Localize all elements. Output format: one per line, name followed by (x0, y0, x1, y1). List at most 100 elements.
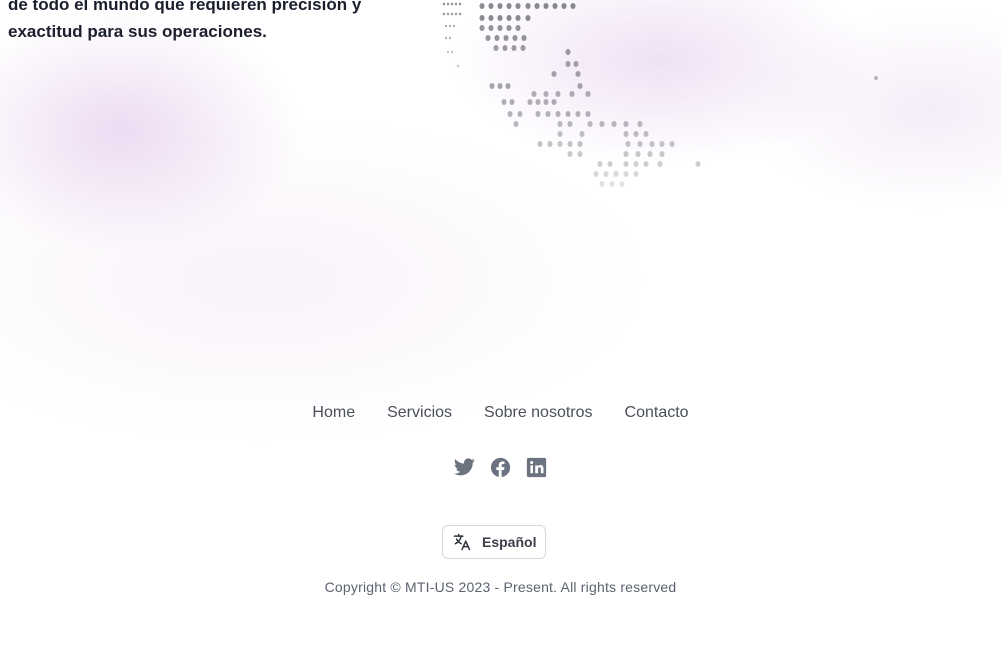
map-dot (515, 15, 521, 21)
map-dot (599, 181, 605, 187)
map-dot (565, 111, 571, 117)
footer-nav-servicios[interactable]: Servicios (387, 402, 452, 424)
map-dot (442, 12, 446, 16)
map-dot (456, 64, 460, 68)
map-dot (446, 2, 450, 6)
map-dot (623, 131, 629, 137)
map-dot (506, 3, 512, 9)
map-dot (506, 25, 512, 31)
map-dot (555, 91, 561, 97)
map-dot (633, 171, 639, 177)
language-label: Español (482, 534, 537, 550)
map-dot (603, 171, 609, 177)
map-dot (593, 171, 599, 177)
map-dot (488, 15, 494, 21)
map-dot (669, 141, 675, 147)
map-dot (657, 161, 663, 167)
footer-nav-contacto[interactable]: Contacto (625, 402, 689, 424)
map-dot (527, 99, 533, 105)
map-dot (569, 91, 575, 97)
map-dot (450, 12, 454, 16)
map-dot (635, 151, 641, 157)
twitter-icon[interactable] (453, 455, 477, 479)
map-dot (511, 45, 517, 51)
map-dot (454, 12, 458, 16)
map-dot (659, 141, 665, 147)
footer-nav-sobre-nosotros[interactable]: Sobre nosotros (484, 402, 593, 424)
map-dot (515, 3, 521, 9)
map-dot (444, 36, 448, 40)
map-dot (637, 121, 643, 127)
map-dot (874, 75, 878, 81)
map-dot (659, 151, 665, 157)
map-dot (552, 3, 558, 9)
map-dot (513, 121, 519, 127)
map-dot (599, 121, 605, 127)
map-dot (501, 99, 507, 105)
map-dot (502, 45, 508, 51)
map-dot (450, 50, 454, 54)
map-dot (543, 91, 549, 97)
map-dot (647, 151, 653, 157)
map-dot (561, 3, 567, 9)
map-dot (515, 25, 521, 31)
map-dot (577, 151, 583, 157)
map-dot (585, 111, 591, 117)
social-links (0, 455, 1001, 479)
map-dot (497, 83, 503, 89)
map-dot (611, 121, 617, 127)
map-dot (446, 12, 450, 16)
map-dot (506, 15, 512, 21)
map-dot (597, 161, 603, 167)
map-dot (543, 99, 549, 105)
map-dot (488, 25, 494, 31)
map-dot (567, 121, 573, 127)
map-dot (458, 2, 462, 6)
facebook-icon[interactable] (489, 455, 513, 479)
map-dot (637, 141, 643, 147)
map-dot (575, 111, 581, 117)
map-dot (613, 171, 619, 177)
map-dot (535, 99, 541, 105)
map-dot (545, 111, 551, 117)
map-dot (643, 131, 649, 137)
map-dot (587, 121, 593, 127)
map-dot (444, 24, 448, 28)
map-dot (575, 71, 581, 77)
map-dot (534, 3, 540, 9)
map-dot (512, 35, 518, 41)
map-dot (520, 45, 526, 51)
map-dot (623, 121, 629, 127)
map-dot (525, 15, 531, 21)
map-dot (649, 141, 655, 147)
map-dot (493, 45, 499, 51)
footer-nav-home[interactable]: Home (312, 402, 355, 424)
language-selector-button[interactable]: Español (442, 525, 546, 559)
map-dot (573, 61, 579, 67)
map-dot (577, 141, 583, 147)
map-dot (452, 24, 456, 28)
map-dot (695, 161, 701, 167)
map-dot (488, 3, 494, 9)
map-dot (505, 83, 511, 89)
map-dot (555, 111, 561, 117)
map-dot (509, 99, 515, 105)
map-dot (551, 71, 557, 77)
map-dot (503, 35, 509, 41)
footer-nav: Home Servicios Sobre nosotros Contacto (0, 402, 1001, 424)
map-dot (485, 35, 491, 41)
linkedin-icon[interactable] (525, 455, 549, 479)
map-dot (535, 111, 541, 117)
hero-description: de todo el mundo que requieren precisión… (8, 0, 362, 41)
map-dot (454, 2, 458, 6)
map-dot (551, 99, 557, 105)
copyright-text: Copyright © MTI-US 2023 - Present. All r… (324, 579, 677, 595)
map-dot (489, 83, 495, 89)
map-dot (633, 131, 639, 137)
map-dot (567, 151, 573, 157)
map-dot (517, 111, 523, 117)
map-dot (585, 91, 591, 97)
map-dot (531, 91, 537, 97)
map-dot (565, 61, 571, 67)
map-dot (507, 111, 513, 117)
